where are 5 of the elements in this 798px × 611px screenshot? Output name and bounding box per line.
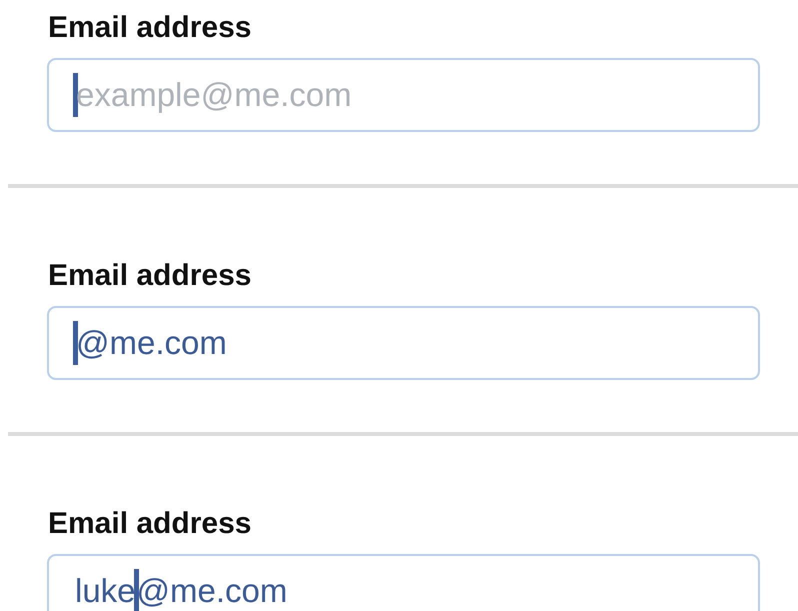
email-field[interactable]: @me.com — [47, 306, 760, 380]
field-label: Email address — [48, 258, 252, 294]
field-label: Email address — [48, 506, 252, 542]
email-field[interactable]: luke@me.com — [47, 554, 760, 611]
field-label: Email address — [48, 10, 252, 46]
